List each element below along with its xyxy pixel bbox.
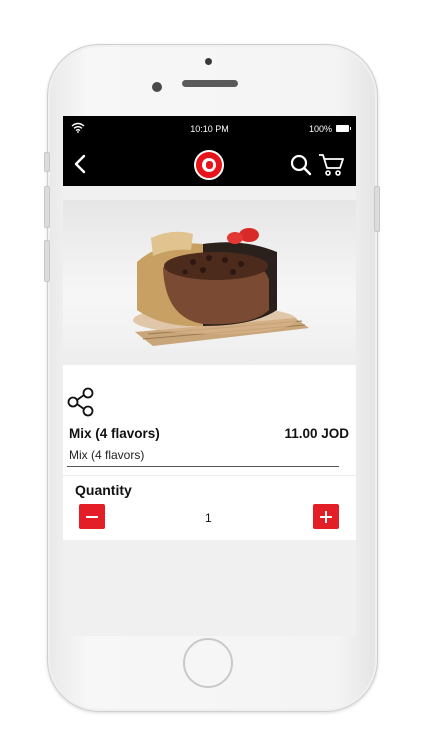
product-image <box>63 200 356 365</box>
battery-percent: 100% <box>308 124 332 134</box>
logo-face <box>206 161 213 169</box>
nav-bar <box>63 142 356 186</box>
quantity-label: Quantity <box>75 482 132 498</box>
product-details: Mix (4 flavors) 11.00 JOD Mix (4 flavors… <box>63 365 356 475</box>
decrease-quantity-button[interactable] <box>79 504 105 529</box>
product-name: Mix (4 flavors) <box>69 426 160 441</box>
proximity-sensor <box>205 58 212 65</box>
chevron-left-icon[interactable] <box>73 154 87 174</box>
search-icon[interactable] <box>289 153 313 177</box>
product-subtitle: Mix (4 flavors) <box>69 448 145 462</box>
quantity-value: 1 <box>205 511 212 525</box>
divider <box>67 466 339 467</box>
cart-icon[interactable] <box>318 152 344 178</box>
status-bar: 10:10 PM 100% <box>63 116 356 142</box>
plus-icon-vertical <box>325 511 327 523</box>
battery-icon <box>336 125 351 132</box>
increase-quantity-button[interactable] <box>313 504 339 529</box>
front-camera <box>152 82 162 92</box>
quantity-panel: Quantity 1 <box>63 475 356 540</box>
home-button[interactable] <box>183 638 233 688</box>
app-screen: 10:10 PM 100% Mix (4 flavors) 11.00 JOD … <box>63 116 356 636</box>
minus-icon <box>86 516 98 518</box>
mute-switch <box>44 152 50 172</box>
brand-logo[interactable] <box>194 150 224 180</box>
volume-up-button <box>44 186 50 228</box>
cake-illustration <box>133 228 309 346</box>
power-button <box>374 186 380 232</box>
share-icon[interactable] <box>67 387 95 417</box>
earpiece-speaker <box>182 80 238 87</box>
volume-down-button <box>44 240 50 282</box>
product-price: 11.00 JOD <box>284 426 349 441</box>
